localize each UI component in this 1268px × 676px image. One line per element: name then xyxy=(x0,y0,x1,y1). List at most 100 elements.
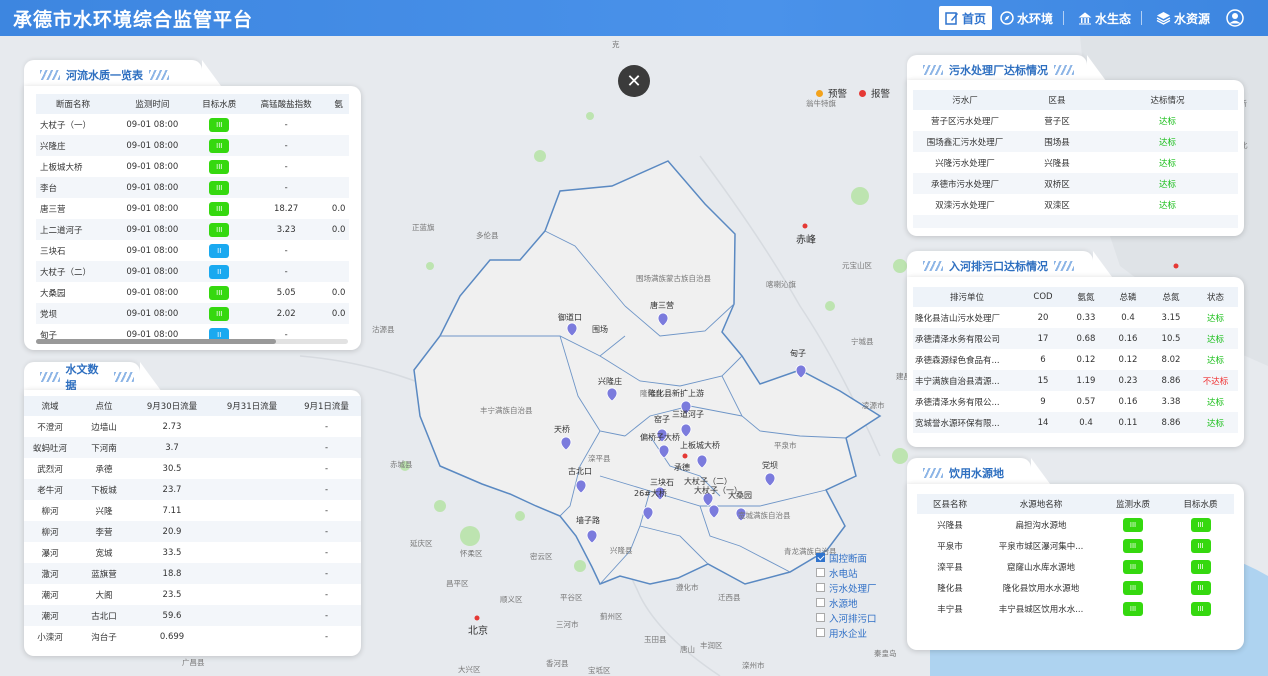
monitoring-site-label[interactable]: 三块石 xyxy=(650,477,674,488)
table-row[interactable]: 小滦河 沟台子 0.699 - xyxy=(24,626,361,647)
table-row[interactable]: 隆化县 隆化县饮用水水源地 III III xyxy=(917,577,1234,598)
table-row[interactable]: 营子区污水处理厂 营子区 达标 xyxy=(913,110,1238,131)
table-row[interactable] xyxy=(913,215,1238,228)
table-row[interactable]: 上板城大桥 09-01 08:00 III - xyxy=(36,156,349,177)
table-cell: 0.16 xyxy=(1118,396,1138,407)
table-cell: 承德清泽水务有限公... xyxy=(915,397,1000,408)
legend-item[interactable]: 水电站 xyxy=(816,565,877,580)
scrollbar-thumb[interactable] xyxy=(36,339,276,344)
table-row[interactable]: 老牛河 下板城 23.7 - xyxy=(24,479,361,500)
table-row[interactable]: 潵河 蓝旗营 18.8 - xyxy=(24,563,361,584)
table-cell: - xyxy=(243,261,329,282)
table-cell: 丰宁满族自治县清源... xyxy=(913,370,1021,391)
horizontal-scrollbar[interactable] xyxy=(36,339,348,344)
table-cell: 营子区 xyxy=(1044,116,1070,127)
checkbox-icon[interactable] xyxy=(816,583,825,592)
checkbox-icon[interactable] xyxy=(816,628,825,637)
table-row[interactable]: 承德清泽水务有限公... 9 0.57 0.16 3.38 达标 xyxy=(913,391,1238,412)
nav-home[interactable]: 首页 xyxy=(938,6,992,30)
monitoring-site-label[interactable]: 大桑园 xyxy=(728,490,752,501)
table-row[interactable]: 兴隆污水处理厂 兴隆县 达标 xyxy=(913,152,1238,173)
nav-water-environment[interactable]: 水环境 xyxy=(996,6,1057,30)
table-cell: - xyxy=(324,421,329,432)
table-row[interactable]: 大杖子（一） 09-01 08:00 III - xyxy=(36,114,349,135)
nav-water-resources[interactable]: 水资源 xyxy=(1152,6,1214,30)
monitoring-site-label[interactable]: 唐三营 xyxy=(650,300,674,311)
column-header: 流域 xyxy=(24,396,76,416)
table-row[interactable]: 双滦污水处理厂 双滦区 达标 xyxy=(913,194,1238,215)
map-place-label: 遵化市 xyxy=(676,583,699,592)
monitoring-site-label[interactable]: 墙子路 xyxy=(576,515,600,526)
map-place-label: 赤城县 xyxy=(390,460,413,469)
table-row[interactable]: 柳河 李营 20.9 - xyxy=(24,521,361,542)
table-cell: 达标 xyxy=(1158,200,1176,211)
table-cell: 7.11 xyxy=(162,505,182,516)
checkbox-icon[interactable] xyxy=(816,568,825,577)
monitoring-site-label[interactable]: 26#大桥 xyxy=(634,488,667,499)
monitoring-site-label[interactable]: 天桥 xyxy=(554,424,570,435)
table-row[interactable]: 李台 09-01 08:00 III - xyxy=(36,177,349,198)
monitoring-site-label[interactable]: 隆化县新扩上游 xyxy=(648,388,704,399)
monitoring-site-label[interactable]: 党坝 xyxy=(762,460,778,471)
water-quality-badge: III xyxy=(1123,559,1143,574)
table-row[interactable]: 滦平县 窟窿山水库水源地 III III xyxy=(917,556,1234,577)
table-cell: 0.4 xyxy=(1121,312,1135,323)
table-row[interactable]: 兴隆庄 09-01 08:00 III - xyxy=(36,135,349,156)
monitoring-site-label[interactable]: 兴隆庄 xyxy=(598,376,622,387)
table-row[interactable]: 蚁蚂吐河 下河南 3.7 - xyxy=(24,437,361,458)
legend-item[interactable]: 国控断面 xyxy=(816,550,877,565)
table-row[interactable] xyxy=(917,619,1234,634)
table-row[interactable]: 潮河 古北口 59.6 - xyxy=(24,605,361,626)
monitoring-site-label[interactable]: 窑子 xyxy=(654,414,670,425)
monitoring-site-label[interactable]: 三道河子 xyxy=(672,409,704,420)
table-row[interactable]: 武烈河 承德 30.5 - xyxy=(24,458,361,479)
column-header: 氨 xyxy=(328,94,349,114)
map-place-label: 三河市 xyxy=(556,620,579,629)
monitoring-site-label[interactable]: 偏桥子大桥 xyxy=(640,432,680,443)
table-row[interactable]: 大杖子（二） 09-01 08:00 II - xyxy=(36,261,349,282)
checkbox-icon[interactable] xyxy=(816,598,825,607)
table-row[interactable]: 丰宁满族自治县清源... 15 1.19 0.23 8.86 不达标 xyxy=(913,370,1238,391)
table-cell xyxy=(983,619,1099,634)
table-row[interactable]: 党坝 09-01 08:00 III 2.02 0.0 xyxy=(36,303,349,324)
monitoring-site-label[interactable]: 承德 xyxy=(674,462,690,473)
table-row[interactable]: 丰宁县 丰宁县城区饮用水水... III III xyxy=(917,598,1234,619)
table-row[interactable]: 唐三营 09-01 08:00 III 18.27 0.0 xyxy=(36,198,349,219)
warning-dot-icon xyxy=(816,89,823,97)
table-row[interactable]: 宽城誉水源环保有限... 14 0.4 0.11 8.86 达标 xyxy=(913,412,1238,433)
legend-item[interactable]: 水源地 xyxy=(816,595,877,610)
monitoring-site-label[interactable]: 围场 xyxy=(592,324,608,335)
river-quality-rows: 大杖子（一） 09-01 08:00 III - 兴隆庄 09-01 08:00 III - 上… xyxy=(36,114,349,345)
checkbox-icon[interactable] xyxy=(816,553,825,562)
table-row[interactable]: 瀑河 宽城 33.5 - xyxy=(24,542,361,563)
user-avatar-button[interactable] xyxy=(1226,9,1244,27)
nav-water-ecology[interactable]: 水生态 xyxy=(1074,6,1135,30)
table-row[interactable]: 承德森源绿色食品有... 6 0.12 0.12 8.02 达标 xyxy=(913,349,1238,370)
table-row[interactable]: 承德清泽水务有限公司 17 0.68 0.16 10.5 达标 xyxy=(913,328,1238,349)
legend-item[interactable]: 入河排污口 xyxy=(816,610,877,625)
table-row[interactable]: 隆化县洁山污水处理厂 20 0.33 0.4 3.15 达标 xyxy=(913,307,1238,328)
table-row[interactable]: 承德市污水处理厂 双桥区 达标 xyxy=(913,173,1238,194)
monitoring-site-label[interactable]: 上板城大桥 xyxy=(680,440,720,451)
legend-item[interactable]: 污水处理厂 xyxy=(816,580,877,595)
table-row[interactable]: 上二道河子 09-01 08:00 III 3.23 0.0 xyxy=(36,219,349,240)
table-row[interactable]: 围场鑫汇污水处理厂 围场县 达标 xyxy=(913,131,1238,152)
monitoring-site-label[interactable]: 御道口 xyxy=(558,312,582,323)
map-place-label: 迁西县 xyxy=(718,593,741,602)
table-cell: 隆化县饮用水水源地 xyxy=(1002,583,1080,594)
table-row[interactable]: 兴隆县 扁担沟水源地 III III xyxy=(917,514,1234,535)
legend-item[interactable]: 用水企业 xyxy=(816,625,877,640)
monitoring-site-label[interactable]: 古北口 xyxy=(568,466,592,477)
table-row[interactable]: 不澄河 边墙山 2.73 - xyxy=(24,416,361,437)
table-row[interactable]: 潮河 大阁 23.5 - xyxy=(24,584,361,605)
close-button[interactable]: ✕ xyxy=(618,65,650,97)
checkbox-icon[interactable] xyxy=(816,613,825,622)
table-row[interactable]: 平泉市 平泉市城区瀑河集中... III III xyxy=(917,535,1234,556)
building-icon xyxy=(1078,12,1092,25)
map-place-label: 宁城县 xyxy=(851,337,874,346)
table-cell: 承德市污水处理厂 xyxy=(913,173,1017,194)
table-row[interactable]: 三块石 09-01 08:00 II - xyxy=(36,240,349,261)
monitoring-site-label[interactable]: 甸子 xyxy=(790,348,806,359)
table-row[interactable]: 柳河 兴隆 7.11 - xyxy=(24,500,361,521)
table-row[interactable]: 大桑园 09-01 08:00 III 5.05 0.0 xyxy=(36,282,349,303)
